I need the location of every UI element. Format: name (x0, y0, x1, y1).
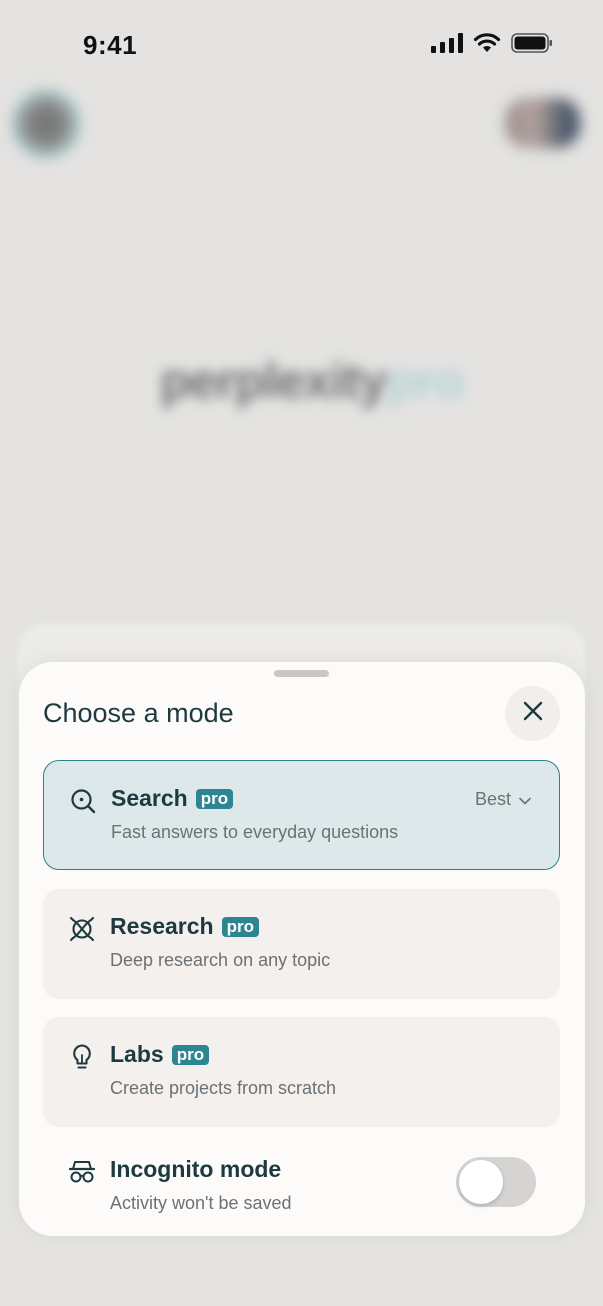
pro-badge: pro (171, 1044, 210, 1065)
mode-description: Deep research on any topic (110, 950, 331, 970)
close-icon (522, 700, 544, 727)
incognito-icon (68, 1158, 96, 1186)
mode-description: Create projects from scratch (110, 1078, 337, 1098)
mode-option-search[interactable]: Search pro Fast answers to everyday ques… (43, 760, 560, 870)
incognito-toggle[interactable] (456, 1157, 536, 1207)
logo-text: perplexity (160, 353, 387, 409)
mode-heading: Research pro (110, 913, 259, 940)
research-icon (68, 915, 96, 943)
app-logo: perplexitypro (160, 352, 465, 410)
incognito-row: Incognito mode Activity won't be saved (43, 1152, 560, 1222)
signal-icon (431, 33, 463, 58)
mode-option-research[interactable]: Research pro Deep research on any topic (43, 889, 560, 999)
toggle-knob (459, 1160, 503, 1204)
profile-thumbnail[interactable] (505, 98, 580, 148)
logo-badge: pro (386, 353, 465, 409)
wifi-icon (473, 33, 501, 58)
close-button[interactable] (505, 686, 560, 741)
mode-heading: Incognito mode (110, 1156, 281, 1183)
mode-name: Research (110, 913, 214, 939)
model-select[interactable]: Best (475, 789, 531, 810)
model-select-value: Best (474, 789, 511, 809)
status-bar: 9:41 (0, 0, 603, 90)
mode-option-labs[interactable]: Labs pro Create projects from scratch (43, 1017, 560, 1127)
search-icon (69, 787, 97, 815)
pro-badge: pro (221, 916, 259, 937)
sheet-grabber[interactable] (274, 670, 329, 677)
status-time: 9:41 (83, 30, 138, 60)
lightbulb-icon (68, 1043, 96, 1071)
avatar[interactable] (10, 88, 82, 160)
incognito-label: Incognito mode (110, 1156, 282, 1182)
status-icons (431, 33, 553, 58)
incognito-description: Activity won't be saved (110, 1193, 292, 1213)
mode-description: Fast answers to everyday questions (111, 822, 399, 842)
mode-name: Labs (110, 1041, 164, 1067)
pro-badge: pro (195, 788, 234, 809)
mode-heading: Labs pro (110, 1041, 210, 1068)
sheet-title: Choose a mode (43, 698, 234, 728)
chevron-down-icon (519, 789, 531, 810)
mode-sheet: Choose a mode Search pro Fast answers to… (19, 662, 585, 1236)
mode-heading: Search pro (111, 785, 234, 812)
mode-name: Search (111, 785, 188, 811)
battery-icon (511, 33, 553, 58)
